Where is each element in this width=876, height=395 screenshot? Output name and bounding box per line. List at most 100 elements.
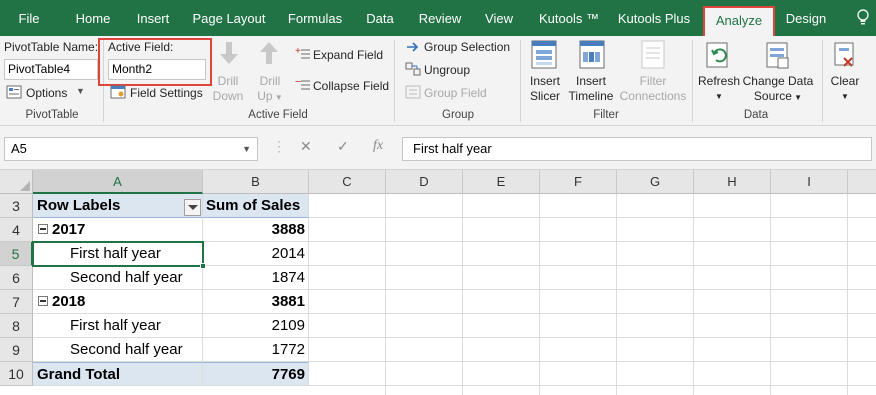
cell-b5[interactable]: 2014 [203,242,309,266]
row-labels-filter-icon[interactable] [184,199,201,216]
cell-b3[interactable]: Sum of Sales [203,194,309,218]
pivottable-name-label: PivotTable Name: [4,40,99,54]
cell-a9[interactable]: Second half year [33,338,203,362]
drill-up-dropdown-icon: ▼ [272,93,283,102]
clear-button[interactable]: Clear ▼ [826,74,864,104]
data-group-label: Data [743,109,769,121]
tab-view[interactable]: View [480,0,518,36]
insert-timeline-line1: Insert [575,74,606,88]
filter-group-label: Filter [593,109,619,121]
year-2018-label: 2018 [52,293,86,310]
change-source-line1: Change Data [742,74,814,88]
column-header-b[interactable]: B [203,170,309,194]
tab-page-layout[interactable]: Page Layout [190,0,268,36]
collapse-field-icon: − [295,76,311,94]
filter-connections-button[interactable]: Filter Connections [618,74,688,104]
column-header-f[interactable]: F [540,170,617,194]
row-header-6[interactable]: 6 [0,266,33,290]
cell-b7[interactable]: 3881 [203,290,309,314]
cell-b6[interactable]: 1874 [203,266,309,290]
worksheet-grid: A B C D E F G H I 3 4 5 6 7 8 9 10 Row L… [0,170,876,395]
tab-review[interactable]: Review [414,0,466,36]
insert-slicer-button[interactable]: Insert Slicer [524,74,566,104]
name-box[interactable]: A5 ▼ [4,137,258,161]
group-field-button[interactable]: Group Field [424,86,487,100]
row-header-10[interactable]: 10 [0,362,33,386]
tab-formulas[interactable]: Formulas [284,0,346,36]
collapse-2018-icon[interactable] [38,296,48,306]
refresh-dropdown-icon: ▼ [715,92,723,101]
column-header-c[interactable]: C [309,170,386,194]
pivottable-name-input[interactable]: PivotTable4 [4,59,98,80]
filter-connections-icon [640,40,668,73]
row-header-5[interactable]: 5 [0,242,33,266]
options-button[interactable]: Options [26,86,67,100]
insert-timeline-button[interactable]: Insert Timeline [566,74,616,104]
select-all-icon [20,181,30,191]
collapse-2017-icon[interactable] [38,224,48,234]
cell-a7[interactable]: 2018 [33,290,203,314]
select-all-corner[interactable] [0,170,33,194]
cell-b4[interactable]: 3888 [203,218,309,242]
field-settings-icon [110,85,126,102]
lightbulb-icon[interactable] [856,9,870,27]
cell-b10[interactable]: 7769 [203,362,309,386]
change-data-source-button[interactable]: Change Data Source ▼ [740,74,816,105]
column-header-i[interactable]: I [771,170,848,194]
ungroup-button[interactable]: Ungroup [424,63,470,77]
change-source-label: Source [753,89,792,103]
column-header-partial[interactable] [848,170,876,194]
row-header-9[interactable]: 9 [0,338,33,362]
cell-b9[interactable]: 1772 [203,338,309,362]
row-header-8[interactable]: 8 [0,314,33,338]
tab-file[interactable]: File [6,0,52,36]
tab-insert[interactable]: Insert [130,0,176,36]
tab-kutools[interactable]: Kutools ™ [534,0,604,36]
pivottable-group-label: PivotTable [25,109,79,121]
formula-input[interactable]: First half year [402,137,872,161]
tab-data[interactable]: Data [362,0,398,36]
cell-a10[interactable]: Grand Total [33,362,203,386]
insert-function-icon[interactable]: fx [373,138,383,154]
cell-a4[interactable]: 2017 [33,218,203,242]
active-field-input[interactable]: Month2 [108,59,206,80]
cell-a3[interactable]: Row Labels [33,194,203,218]
group-selection-button[interactable]: Group Selection [424,40,510,54]
drill-up-line1: Drill [259,74,281,88]
tab-design[interactable]: Design [782,0,830,36]
refresh-button[interactable]: Refresh ▼ [696,74,742,104]
column-header-a[interactable]: A [33,170,203,194]
options-dropdown-icon[interactable]: ▼ [76,86,85,96]
insert-slicer-line1: Insert [529,74,560,88]
drill-down-button[interactable]: Drill Down [208,74,248,104]
drill-up-button[interactable]: Drill Up ▼ [250,74,290,105]
cell-a8[interactable]: First half year [33,314,203,338]
change-source-dropdown-icon: ▼ [791,93,803,102]
expand-field-button[interactable]: Expand Field [313,48,383,62]
name-box-dropdown-icon[interactable]: ▼ [242,138,251,160]
cell-b8[interactable]: 2109 [203,314,309,338]
separator [822,40,823,122]
empty-grid-area[interactable] [309,194,876,395]
tab-home[interactable]: Home [70,0,116,36]
row-header-4[interactable]: 4 [0,218,33,242]
name-box-value: A5 [11,141,27,156]
row-header-3[interactable]: 3 [0,194,33,218]
group-group-label: Group [442,109,474,121]
fill-handle[interactable] [200,263,206,269]
menu-bar: File Home Insert Page Layout Formulas Da… [0,0,876,36]
row-header-7[interactable]: 7 [0,290,33,314]
collapse-field-button[interactable]: Collapse Field [313,79,389,93]
tab-analyze[interactable]: Analyze [703,6,775,36]
cell-a6[interactable]: Second half year [33,266,203,290]
change-data-source-icon [764,40,792,73]
tab-kutools-plus[interactable]: Kutools Plus [616,0,692,36]
cancel-icon[interactable]: ✕ [300,138,312,155]
column-header-g[interactable]: G [617,170,694,194]
column-header-h[interactable]: H [694,170,771,194]
column-header-e[interactable]: E [463,170,540,194]
enter-icon[interactable]: ✓ [337,138,349,155]
clear-label: Clear [830,74,860,88]
field-settings-button[interactable]: Field Settings [130,86,203,100]
column-header-d[interactable]: D [386,170,463,194]
